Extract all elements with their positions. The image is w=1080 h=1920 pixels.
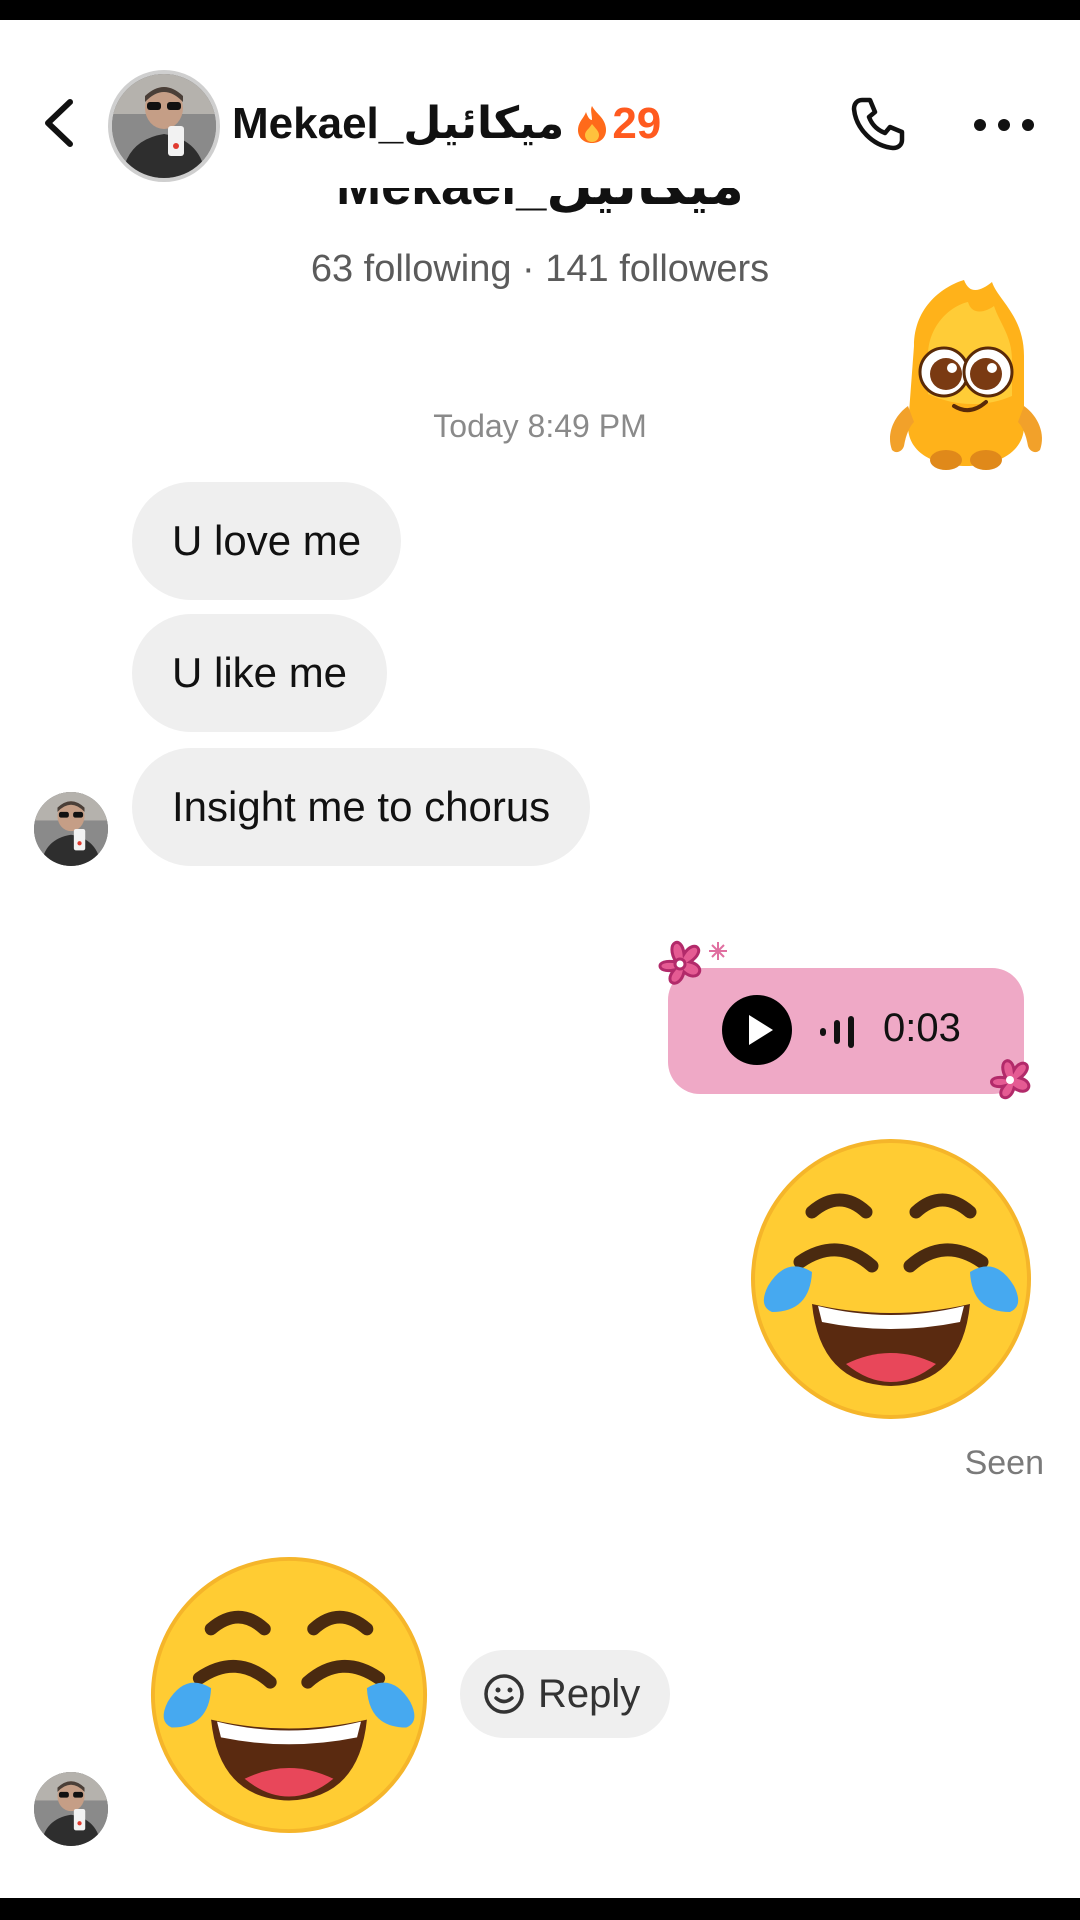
flower-decoration-icon [990,1059,1031,1100]
profile-name: Mekael_ميكائيل [0,188,1080,226]
seen-status: Seen [964,1444,1044,1482]
play-icon[interactable] [722,995,792,1065]
more-options-button[interactable] [968,100,1040,150]
laughing-emoji[interactable] [148,1554,430,1836]
more-horizontal-icon [974,119,1034,131]
reply-label: Reply [538,1671,641,1716]
voice-call-button[interactable] [848,94,908,154]
fire-icon [578,105,607,143]
streak-count: 29 [612,98,662,148]
incoming-message[interactable]: Insight me to chorus [132,748,591,866]
avatar[interactable] [108,70,220,182]
chevron-left-icon [45,99,73,147]
chat-title[interactable]: Mekael_ميكائيل 29 [232,98,661,149]
incoming-message[interactable]: U like me [132,614,388,732]
back-button[interactable] [40,98,84,148]
message-timestamp: Today 8:49 PM [433,408,647,444]
navigation-bar [0,1898,1080,1920]
reply-button[interactable]: Reply [460,1650,670,1738]
sender-avatar[interactable] [34,792,108,866]
streak-badge: 29 [574,99,661,149]
status-bar [0,0,1080,20]
mascot-sticker[interactable] [874,276,1050,482]
flower-decoration-icon [658,940,727,985]
laughing-emoji[interactable] [748,1136,1034,1422]
username: Mekael_ميكائيل [232,99,565,148]
chat-header: Mekael_ميكائيل 29 [0,60,1080,190]
voice-duration: 0:03 [883,1006,961,1050]
incoming-message[interactable]: U love me [132,482,402,600]
audio-wave-icon [820,1016,854,1048]
smile-icon [484,1674,524,1714]
sender-avatar[interactable] [34,1772,108,1846]
phone-icon [851,97,905,151]
